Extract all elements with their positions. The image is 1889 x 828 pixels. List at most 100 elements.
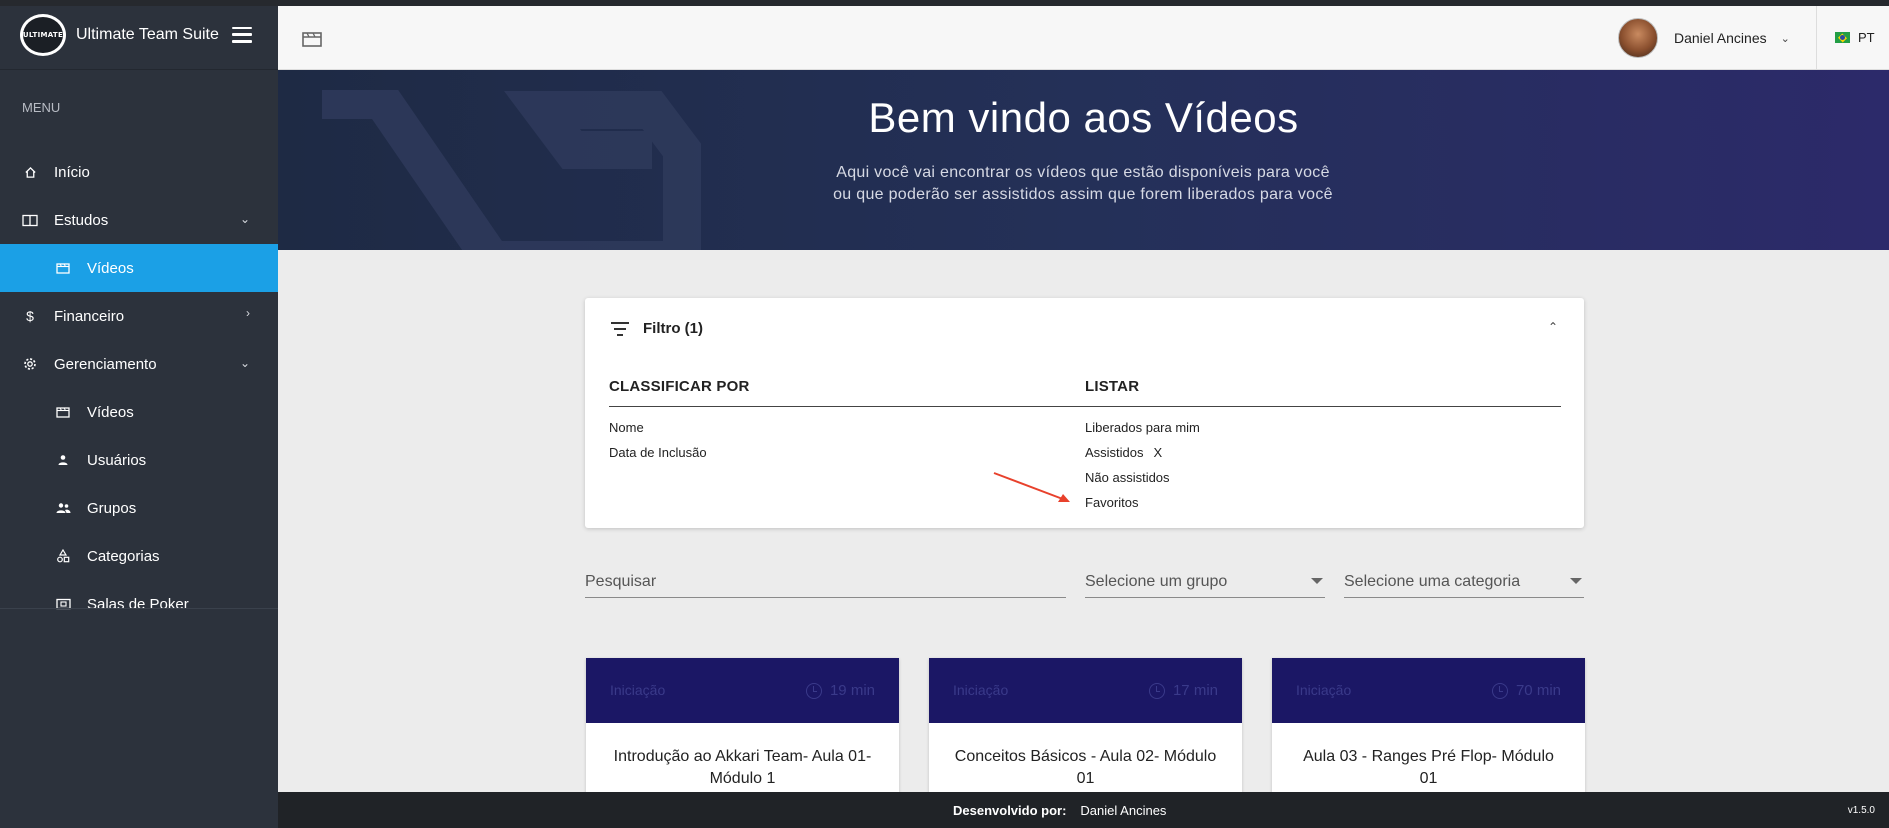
duration-text: 17 min [1172, 682, 1218, 699]
developer-name: Daniel Ancines [1080, 803, 1167, 818]
video-category: Iniciação [610, 682, 666, 698]
sort-option-nome[interactable]: Nome [609, 420, 644, 435]
avatar[interactable] [1618, 18, 1658, 58]
list-option-assistidos[interactable]: Assistidos X [1085, 445, 1162, 460]
user-menu[interactable]: Daniel Ancines ⌄ [1618, 18, 1790, 58]
language-code: PT [1858, 30, 1875, 45]
category-select-placeholder: Selecione uma categoria [1344, 573, 1521, 590]
sidebar-item-label: Vídeos [87, 259, 134, 277]
chevron-down-icon: ⌄ [1780, 32, 1790, 45]
video-title: Introdução ao Akkari Team- Aula 01- Módu… [613, 748, 872, 787]
book-icon [22, 212, 38, 228]
gear-icon [22, 356, 38, 372]
menu-label: MENU [22, 100, 61, 115]
sidebar-item-label: Gerenciamento [54, 355, 157, 373]
sidebar-item-grupos[interactable]: Grupos [0, 484, 278, 532]
chevron-right-icon: › [246, 306, 250, 320]
clear-filter-button[interactable]: X [1154, 445, 1163, 460]
search-input[interactable]: Pesquisar [585, 570, 1066, 598]
sidebar-item-label: Salas de Poker [87, 595, 189, 613]
video-card-header: Iniciação 17 min [929, 658, 1242, 723]
annotation-arrow [993, 472, 1070, 502]
sidebar-item-label: Grupos [87, 499, 137, 517]
sidebar-item-inicio[interactable]: Início [0, 148, 278, 196]
brand-logo[interactable]: ULTIMATE [20, 13, 66, 56]
app-version: v1.5.0 [1847, 805, 1875, 816]
home-icon [22, 164, 38, 180]
dollar-icon: $ [26, 308, 34, 324]
list-option-nao-assistidos[interactable]: Não assistidos [1085, 470, 1170, 485]
search-placeholder: Pesquisar [585, 573, 657, 590]
video-duration: 70 min [1491, 682, 1561, 699]
list-option-favoritos[interactable]: Favoritos [1085, 495, 1138, 510]
clock-icon [1148, 682, 1165, 699]
sort-column: CLASSIFICAR POR [609, 378, 750, 395]
sidebar-item-financeiro[interactable]: $ Financeiro › [0, 292, 278, 340]
video-duration: 19 min [805, 682, 875, 699]
sort-heading: CLASSIFICAR POR [609, 378, 750, 395]
sidebar-item-gerenciamento[interactable]: Gerenciamento ⌄ [0, 340, 278, 388]
video-duration: 17 min [1148, 682, 1218, 699]
sidebar-item-label: Financeiro [54, 307, 125, 325]
film-icon[interactable] [302, 30, 322, 52]
video-title: Aula 03 - Ranges Pré Flop- Módulo 01 [1303, 748, 1554, 787]
sidebar-item-usuarios[interactable]: Usuários [0, 436, 278, 484]
brazil-flag-icon [1835, 32, 1850, 43]
hamburger-menu-icon[interactable] [232, 26, 252, 43]
video-card[interactable]: Iniciação 70 min Aula 03 - Ranges Pré Fl… [1272, 658, 1585, 798]
sidebar-item-gerenciamento-videos[interactable]: Vídeos [0, 388, 278, 436]
chevron-down-icon: ⌄ [239, 212, 250, 226]
chevron-down-icon: ⌄ [239, 356, 250, 370]
sidebar-item-label: Vídeos [87, 403, 134, 421]
clock-icon [805, 682, 822, 699]
clock-icon [1491, 682, 1508, 699]
sidebar-item-estudos-videos[interactable]: Vídeos [0, 244, 278, 292]
sidebar-item-label: Estudos [54, 211, 109, 229]
list-option-liberados[interactable]: Liberados para mim [1085, 420, 1200, 435]
sidebar-item-categorias[interactable]: Categorias [0, 532, 278, 580]
language-selector[interactable]: PT [1835, 30, 1875, 45]
footer: Desenvolvido por: Daniel Ancines v1.5.0 [278, 792, 1889, 828]
header-divider [1816, 0, 1817, 70]
sort-option-data-inclusao[interactable]: Data de Inclusão [609, 445, 707, 460]
brand-logo-text: ULTIMATE [22, 30, 64, 39]
user-icon [55, 452, 71, 468]
developed-by-label: Desenvolvido por: [953, 803, 1067, 818]
filter-panel: Filtro (1) ⌃ CLASSIFICAR POR LISTAR Nome… [585, 298, 1584, 528]
duration-text: 70 min [1515, 682, 1561, 699]
film-icon [55, 260, 71, 276]
top-strip [0, 0, 1889, 6]
filter-divider [609, 406, 1561, 407]
welcome-banner: Bem vindo aos Vídeos Aqui você vai encon… [278, 70, 1889, 250]
video-card[interactable]: Iniciação 19 min Introdução ao Akkari Te… [586, 658, 899, 798]
sidebar-divider [0, 608, 278, 609]
sidebar: ULTIMATE Ultimate Team Suite MENU Início… [0, 0, 278, 828]
category-select[interactable]: Selecione uma categoria [1344, 570, 1584, 598]
brand-title: Ultimate Team Suite [76, 25, 219, 43]
video-category: Iniciação [1296, 682, 1352, 698]
sidebar-item-salas-de-poker[interactable]: Salas de Poker [0, 580, 278, 628]
chevron-up-icon[interactable]: ⌃ [1548, 320, 1558, 334]
film-icon [55, 404, 71, 420]
duration-text: 19 min [829, 682, 875, 699]
shapes-icon [55, 548, 71, 564]
video-title: Conceitos Básicos - Aula 02- Módulo 01 [954, 748, 1217, 787]
filter-header[interactable]: Filtro (1) [611, 320, 703, 337]
page-title: Bem vindo aos Vídeos [868, 94, 1299, 141]
group-select[interactable]: Selecione um grupo [1085, 570, 1325, 598]
group-icon [55, 500, 71, 516]
sidebar-item-label: Início [54, 163, 90, 181]
list-option-label: Assistidos [1085, 445, 1144, 460]
top-header: Daniel Ancines ⌄ PT [278, 0, 1889, 70]
page-subtitle: Aqui você vai encontrar os vídeos que es… [833, 164, 1333, 203]
footer-credit: Desenvolvido por: Daniel Ancines [953, 803, 1166, 818]
dropdown-caret-icon [1311, 578, 1323, 584]
brand: ULTIMATE Ultimate Team Suite [0, 0, 278, 70]
user-name: Daniel Ancines [1674, 30, 1767, 46]
video-category: Iniciação [953, 682, 1009, 698]
ticket-icon [55, 596, 71, 612]
sidebar-item-label: Usuários [87, 451, 147, 469]
sidebar-item-estudos[interactable]: Estudos ⌄ [0, 196, 278, 244]
video-card-header: Iniciação 70 min [1272, 658, 1585, 723]
video-card[interactable]: Iniciação 17 min Conceitos Básicos - Aul… [929, 658, 1242, 798]
